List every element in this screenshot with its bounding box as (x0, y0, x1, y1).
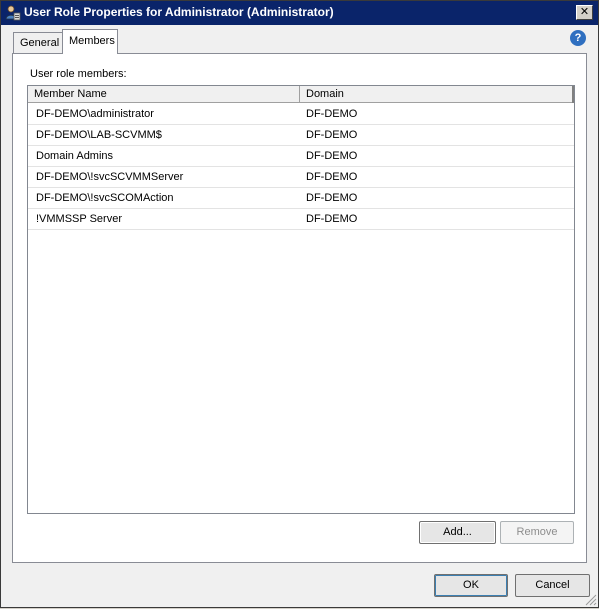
member-name-cell: Domain Admins (36, 150, 114, 162)
user-role-icon (5, 5, 21, 21)
domain-cell: DF-DEMO (306, 150, 358, 162)
tab-members-label: Members (69, 35, 115, 47)
help-icon[interactable]: ? (570, 30, 586, 46)
add-member-button[interactable]: Add... (419, 521, 496, 544)
tab-general-label: General (20, 37, 60, 49)
table-row[interactable]: DF-DEMO\!svcSCVMMServer DF-DEMO (28, 167, 574, 188)
member-name-cell: DF-DEMO\!svcSCVMMServer (36, 171, 184, 183)
member-name-cell: DF-DEMO\administrator (36, 108, 154, 120)
member-name-cell: DF-DEMO\LAB-SCVMM$ (36, 129, 162, 141)
title-bar[interactable]: User Role Properties for Administrator (… (1, 1, 598, 25)
table-row[interactable]: DF-DEMO\!svcSCOMAction DF-DEMO (28, 188, 574, 209)
table-row[interactable]: !VMMSSP Server DF-DEMO (28, 209, 574, 230)
remove-member-button[interactable]: Remove (500, 521, 574, 544)
close-icon: ✕ (579, 5, 590, 18)
domain-cell: DF-DEMO (306, 213, 358, 225)
resize-grip-icon[interactable] (584, 593, 597, 606)
user-role-members-label: User role members: (30, 68, 127, 80)
table-row[interactable]: DF-DEMO\administrator DF-DEMO (28, 104, 574, 125)
members-list[interactable]: Member Name Domain DF-DEMO\administrator… (27, 85, 575, 514)
member-name-cell: DF-DEMO\!svcSCOMAction (36, 192, 174, 204)
ok-button[interactable]: OK (434, 574, 508, 597)
domain-cell: DF-DEMO (306, 171, 358, 183)
column-header-domain[interactable]: Domain (300, 86, 574, 103)
list-header: Member Name Domain (28, 86, 574, 103)
member-name-cell: !VMMSSP Server (36, 213, 122, 225)
window-title: User Role Properties for Administrator (… (24, 5, 334, 19)
tab-general[interactable]: General (13, 32, 63, 54)
domain-cell: DF-DEMO (306, 192, 358, 204)
list-rows: DF-DEMO\administrator DF-DEMO DF-DEMO\LA… (28, 104, 574, 230)
dialog-window: User Role Properties for Administrator (… (0, 0, 599, 608)
domain-cell: DF-DEMO (306, 129, 358, 141)
table-row[interactable]: Domain Admins DF-DEMO (28, 146, 574, 167)
column-header-member-name[interactable]: Member Name (28, 86, 300, 103)
table-row[interactable]: DF-DEMO\LAB-SCVMM$ DF-DEMO (28, 125, 574, 146)
tab-members[interactable]: Members (62, 29, 118, 54)
domain-cell: DF-DEMO (306, 108, 358, 120)
members-tab-panel: User role members: Member Name Domain DF… (12, 53, 587, 563)
close-button[interactable]: ✕ (576, 5, 593, 20)
help-glyph: ? (574, 32, 582, 44)
cancel-button[interactable]: Cancel (515, 574, 590, 597)
